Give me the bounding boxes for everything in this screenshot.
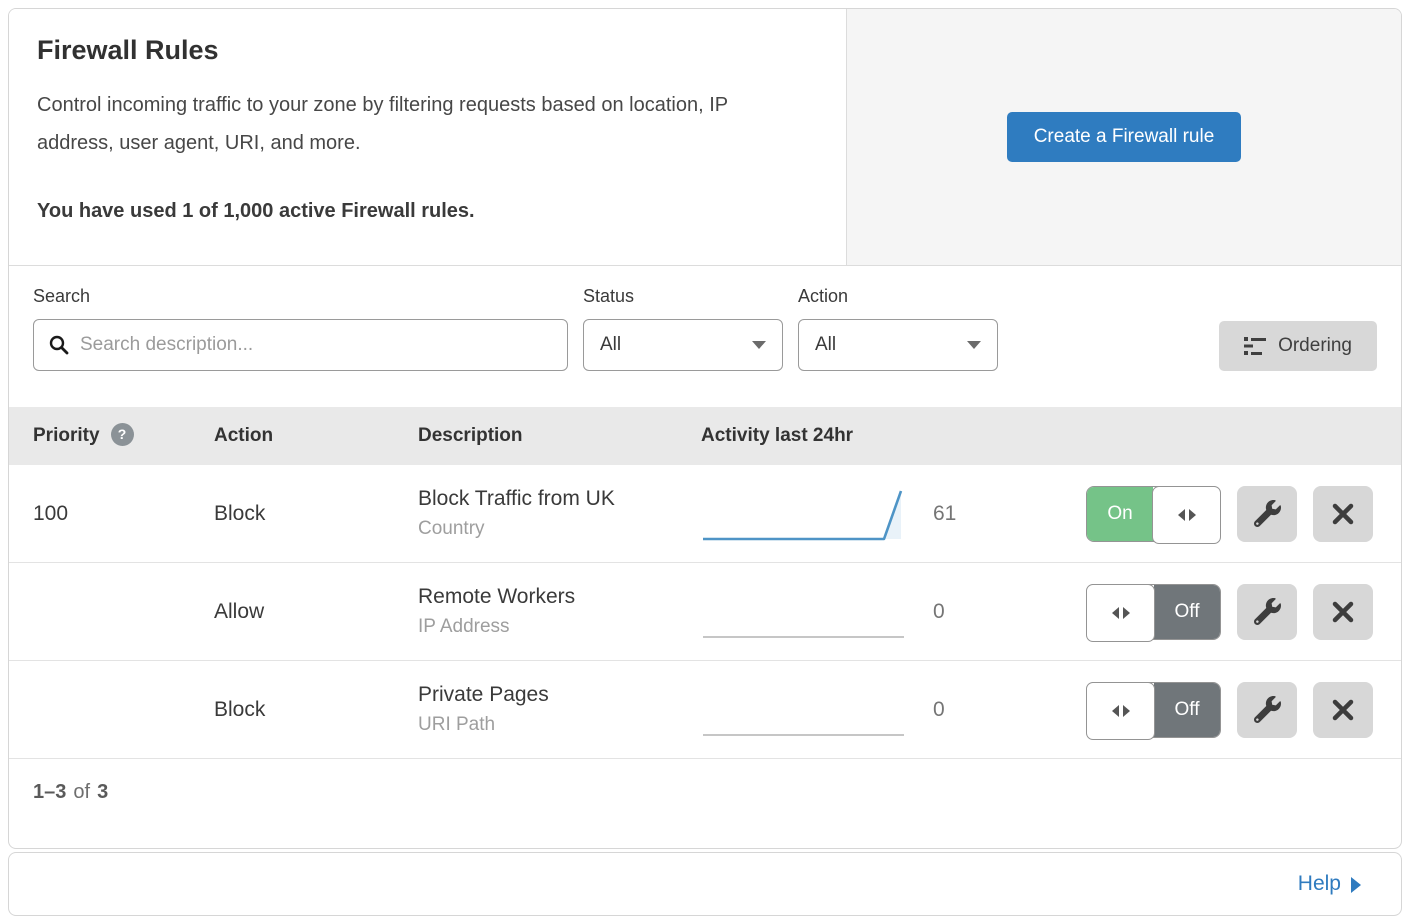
toggle-on-label: On xyxy=(1087,487,1153,541)
delete-rule-button[interactable] xyxy=(1313,584,1373,640)
edit-rule-button[interactable] xyxy=(1237,584,1297,640)
question-mark-icon[interactable]: ? xyxy=(111,423,134,446)
table-row: Allow Remote Workers IP Address 0 Off xyxy=(9,563,1401,661)
delete-rule-button[interactable] xyxy=(1313,682,1373,738)
toggle-off-label: Off xyxy=(1154,585,1220,639)
row-controls: On xyxy=(1086,486,1373,542)
search-filter-group: Search xyxy=(33,286,568,371)
action-cell: Block xyxy=(214,698,418,722)
table-row: Block Private Pages URI Path 0 Off xyxy=(9,661,1401,759)
pagination: 1–3 of 3 xyxy=(9,759,1401,826)
rule-enabled-toggle[interactable]: Off xyxy=(1086,682,1221,738)
rule-description: Private Pages xyxy=(418,683,701,707)
table-row: 100 Block Block Traffic from UK Country … xyxy=(9,465,1401,563)
activity-count: 0 xyxy=(933,698,993,722)
status-label: Status xyxy=(583,286,783,307)
left-right-arrows-icon xyxy=(1086,682,1155,740)
help-link-label: Help xyxy=(1298,872,1341,896)
help-link[interactable]: Help xyxy=(1298,872,1361,896)
description-cell: Private Pages URI Path xyxy=(418,683,701,736)
header-text-block: Firewall Rules Control incoming traffic … xyxy=(9,9,846,265)
pagination-of: of xyxy=(73,781,90,804)
activity-count: 61 xyxy=(933,502,993,526)
ordering-button-label: Ordering xyxy=(1278,335,1352,357)
priority-cell: 100 xyxy=(33,502,214,526)
rule-description: Remote Workers xyxy=(418,585,701,609)
rule-match-type: URI Path xyxy=(418,714,701,736)
wrench-icon xyxy=(1254,598,1281,625)
status-select[interactable]: All xyxy=(583,319,783,371)
activity-count: 0 xyxy=(933,600,993,624)
wrench-icon xyxy=(1254,696,1281,723)
help-bar: Help xyxy=(8,852,1402,916)
action-label: Action xyxy=(798,286,998,307)
x-icon xyxy=(1332,601,1354,623)
action-select-value: All xyxy=(815,334,836,356)
column-header-action: Action xyxy=(214,425,418,447)
rule-enabled-toggle[interactable]: On xyxy=(1086,486,1221,542)
delete-rule-button[interactable] xyxy=(1313,486,1373,542)
search-icon xyxy=(48,334,70,356)
search-input[interactable] xyxy=(80,334,553,356)
wrench-icon xyxy=(1254,500,1281,527)
header-action-panel: Create a Firewall rule xyxy=(846,9,1401,265)
search-label: Search xyxy=(33,286,568,307)
row-controls: Off xyxy=(1086,584,1373,640)
edit-rule-button[interactable] xyxy=(1237,486,1297,542)
left-right-arrows-icon xyxy=(1086,584,1155,642)
column-header-priority: Priority ? xyxy=(33,425,214,447)
firewall-rules-panel: Firewall Rules Control incoming traffic … xyxy=(8,8,1402,849)
activity-sparkline xyxy=(701,484,906,544)
edit-rule-button[interactable] xyxy=(1237,682,1297,738)
description-cell: Remote Workers IP Address xyxy=(418,585,701,638)
rule-match-type: Country xyxy=(418,518,701,540)
action-filter-group: Action All xyxy=(798,286,998,371)
rule-match-type: IP Address xyxy=(418,616,701,638)
create-firewall-rule-button[interactable]: Create a Firewall rule xyxy=(1007,112,1242,162)
description-cell: Block Traffic from UK Country xyxy=(418,487,701,540)
x-icon xyxy=(1332,503,1354,525)
chevron-down-icon xyxy=(752,341,766,349)
usage-note: You have used 1 of 1,000 active Firewall… xyxy=(37,200,818,223)
activity-sparkline xyxy=(701,582,906,642)
action-select[interactable]: All xyxy=(798,319,998,371)
row-controls: Off xyxy=(1086,682,1373,738)
activity-sparkline xyxy=(701,680,906,740)
header-section: Firewall Rules Control incoming traffic … xyxy=(9,9,1401,266)
page-description: Control incoming traffic to your zone by… xyxy=(37,86,802,162)
priority-header-label: Priority xyxy=(33,425,100,447)
status-filter-group: Status All xyxy=(583,286,783,371)
chevron-down-icon xyxy=(967,341,981,349)
pagination-total: 3 xyxy=(97,781,108,804)
search-box[interactable] xyxy=(33,319,568,371)
right-arrow-icon xyxy=(1351,877,1361,893)
filter-bar: Search Status All Action All xyxy=(9,266,1401,407)
toggle-off-label: Off xyxy=(1154,683,1220,737)
action-cell: Block xyxy=(214,502,418,526)
left-right-arrows-icon xyxy=(1152,486,1221,544)
pagination-range: 1–3 xyxy=(33,781,66,804)
action-cell: Allow xyxy=(214,600,418,624)
table-header: Priority ? Action Description Activity l… xyxy=(9,407,1401,465)
column-header-activity: Activity last 24hr xyxy=(701,425,853,447)
list-icon xyxy=(1244,336,1266,356)
column-header-description: Description xyxy=(418,425,701,447)
status-select-value: All xyxy=(600,334,621,356)
page-title: Firewall Rules xyxy=(37,35,818,66)
rule-enabled-toggle[interactable]: Off xyxy=(1086,584,1221,640)
rule-description: Block Traffic from UK xyxy=(418,487,701,511)
x-icon xyxy=(1332,699,1354,721)
ordering-button[interactable]: Ordering xyxy=(1219,321,1377,371)
